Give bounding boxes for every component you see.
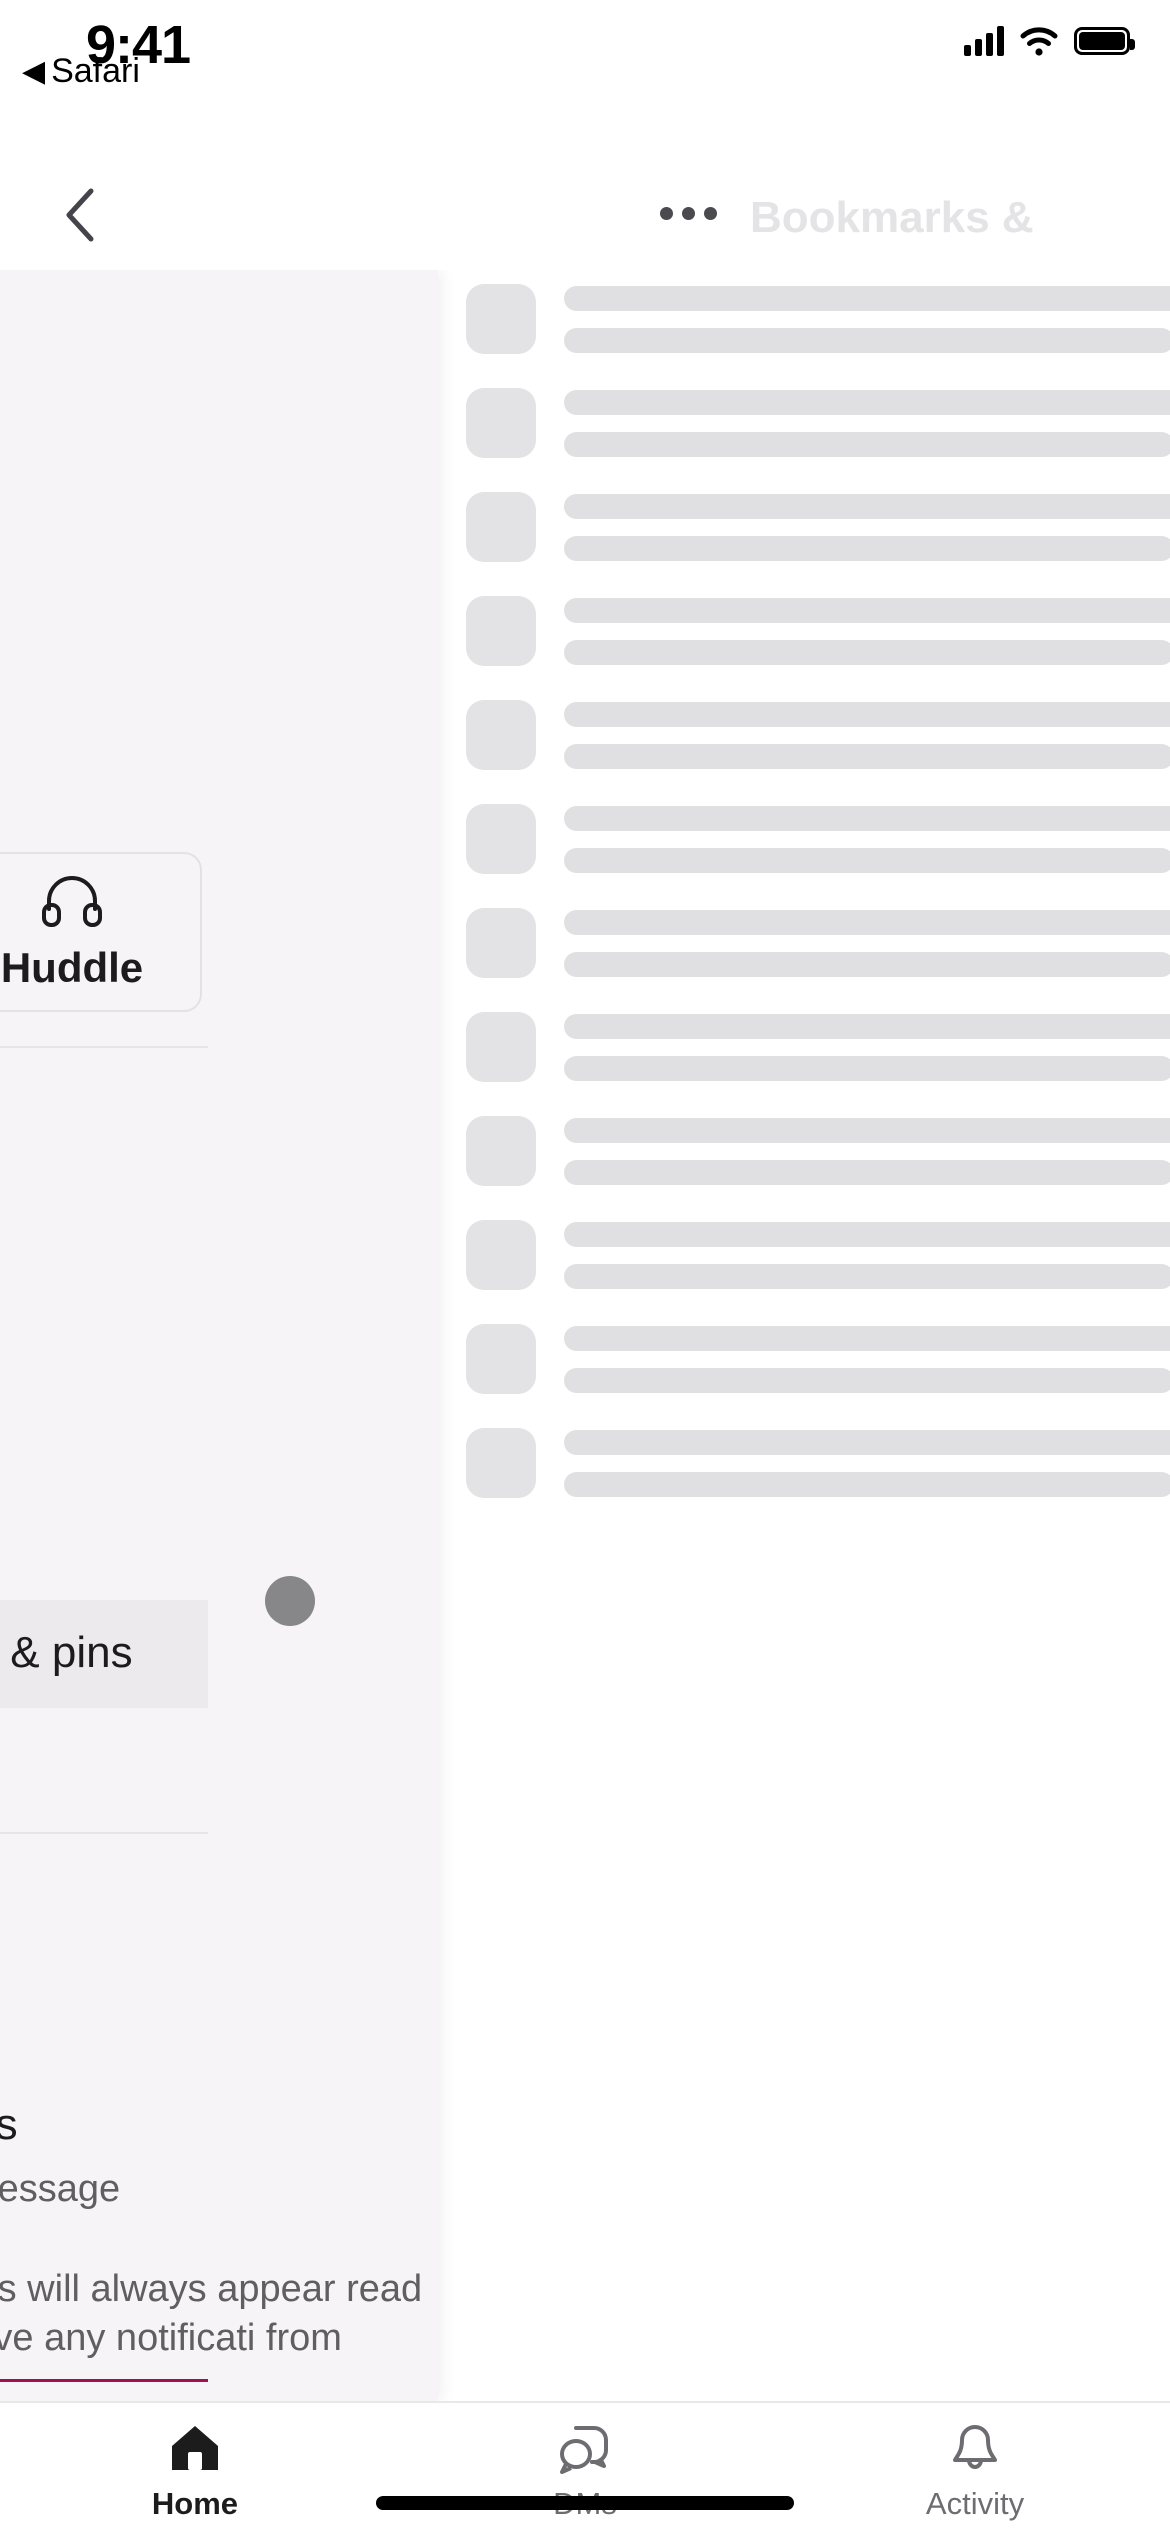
placeholder-line bbox=[564, 1263, 1170, 1289]
placeholder-line bbox=[564, 1471, 1170, 1497]
tab-dms[interactable]: DMs bbox=[390, 2403, 780, 2532]
placeholder-thumbnail bbox=[466, 388, 536, 458]
more-horizontal-icon[interactable] bbox=[660, 207, 717, 220]
list-item[interactable] bbox=[466, 1324, 1170, 1394]
placeholder-line bbox=[564, 1013, 1170, 1039]
placeholder-thumbnail bbox=[466, 804, 536, 874]
notifications-subtitle: Every new message bbox=[0, 2168, 121, 2210]
loading-skeleton-list bbox=[438, 270, 1170, 2401]
placeholder-line bbox=[564, 389, 1170, 415]
return-app-label: Safari bbox=[51, 52, 140, 90]
placeholder-thumbnail bbox=[466, 908, 536, 978]
placeholder-text-lines bbox=[564, 285, 1170, 353]
tab-home[interactable]: Home bbox=[0, 2403, 390, 2532]
divider bbox=[0, 1046, 208, 1048]
sidebar-item-workflows[interactable]: Workflows bbox=[0, 1708, 208, 1816]
bottom-tab-bar: Home DMs Activity bbox=[0, 2401, 1170, 2532]
home-icon bbox=[168, 2420, 222, 2476]
huddle-button[interactable]: Huddle bbox=[0, 852, 202, 1012]
placeholder-text-lines bbox=[564, 1013, 1170, 1081]
placeholder-line bbox=[564, 805, 1170, 831]
list-item[interactable] bbox=[466, 700, 1170, 770]
sidebar-item-bookmarks-pins[interactable]: Bookmarks & pins bbox=[0, 1600, 208, 1708]
placeholder-thumbnail bbox=[466, 1012, 536, 1082]
placeholder-line bbox=[564, 1159, 1170, 1185]
placeholder-thumbnail bbox=[466, 596, 536, 666]
tab-activity-label: Activity bbox=[925, 2485, 1025, 2521]
placeholder-line bbox=[564, 597, 1170, 623]
placeholder-line bbox=[564, 1367, 1170, 1393]
placeholder-text-lines bbox=[564, 1221, 1170, 1289]
battery-icon bbox=[1074, 27, 1135, 55]
notifications-label: Notifications bbox=[0, 2100, 18, 2149]
page-title: Bookmarks & bbox=[750, 193, 1034, 242]
placeholder-thumbnail bbox=[466, 1324, 536, 1394]
chevron-left-icon bbox=[66, 188, 94, 242]
wifi-icon bbox=[1020, 26, 1058, 56]
divider bbox=[0, 1832, 208, 1834]
placeholder-line bbox=[564, 493, 1170, 519]
placeholder-line bbox=[564, 639, 1170, 665]
placeholder-text-lines bbox=[564, 805, 1170, 873]
back-triangle-icon: ◀ bbox=[22, 54, 46, 88]
headphones-icon bbox=[41, 872, 103, 930]
placeholder-thumbnail bbox=[466, 284, 536, 354]
placeholder-text-lines bbox=[564, 701, 1170, 769]
list-item[interactable] bbox=[466, 804, 1170, 874]
placeholder-line bbox=[564, 535, 1170, 561]
bookmarks-pins-label: Bookmarks & pins bbox=[0, 1628, 133, 1677]
placeholder-text-lines bbox=[564, 597, 1170, 665]
touch-point-indicator bbox=[265, 1576, 315, 1626]
home-indicator-bar bbox=[376, 2496, 794, 2510]
list-item[interactable] bbox=[466, 284, 1170, 354]
list-item[interactable] bbox=[466, 492, 1170, 562]
profile-action-buttons: Add Huddle bbox=[0, 852, 202, 1012]
placeholder-line bbox=[564, 1221, 1170, 1247]
placeholder-thumbnail bbox=[466, 1220, 536, 1290]
placeholder-text-lines bbox=[564, 493, 1170, 561]
placeholder-thumbnail bbox=[466, 1116, 536, 1186]
list-item[interactable] bbox=[466, 908, 1170, 978]
list-item[interactable] bbox=[466, 1012, 1170, 1082]
divider bbox=[0, 2379, 208, 2382]
list-item[interactable] bbox=[466, 1428, 1170, 1498]
placeholder-line bbox=[564, 847, 1170, 873]
back-button[interactable] bbox=[50, 185, 110, 245]
list-item[interactable] bbox=[466, 1220, 1170, 1290]
placeholder-line bbox=[564, 1325, 1170, 1351]
cellular-signal-icon bbox=[964, 26, 1004, 56]
placeholder-line bbox=[564, 1117, 1170, 1143]
tab-home-label: Home bbox=[151, 2485, 239, 2521]
conversation-details-drawer: .oneness eil.oneness topic w full profil… bbox=[0, 270, 438, 2401]
placeholder-thumbnail bbox=[466, 700, 536, 770]
placeholder-text-lines bbox=[564, 909, 1170, 977]
placeholder-text-lines bbox=[564, 1117, 1170, 1185]
placeholder-text-lines bbox=[564, 389, 1170, 457]
placeholder-text-lines bbox=[564, 1429, 1170, 1497]
placeholder-line bbox=[564, 951, 1170, 977]
placeholder-line bbox=[564, 909, 1170, 935]
placeholder-line bbox=[564, 431, 1170, 457]
list-item[interactable] bbox=[466, 596, 1170, 666]
placeholder-line bbox=[564, 1055, 1170, 1081]
placeholder-line bbox=[564, 327, 1170, 353]
list-item[interactable] bbox=[466, 388, 1170, 458]
placeholder-text-lines bbox=[564, 1325, 1170, 1393]
list-item[interactable] bbox=[466, 1116, 1170, 1186]
tab-activity[interactable]: Activity bbox=[780, 2403, 1170, 2532]
return-to-safari-link[interactable]: ◀ Safari bbox=[22, 52, 140, 91]
status-bar-indicators bbox=[964, 26, 1135, 56]
placeholder-line bbox=[564, 743, 1170, 769]
huddle-button-label: Huddle bbox=[0, 944, 144, 991]
placeholder-line bbox=[564, 285, 1170, 311]
bell-icon bbox=[949, 2420, 1001, 2476]
placeholder-line bbox=[564, 1429, 1170, 1455]
navigation-bar: Bookmarks & bbox=[0, 165, 1170, 270]
status-bar: 9:41 ◀ Safari bbox=[0, 0, 1170, 165]
sidebar-item-notifications[interactable]: Notifications Every new message bbox=[0, 2096, 208, 2236]
placeholder-line bbox=[564, 701, 1170, 727]
chat-bubbles-icon bbox=[556, 2420, 614, 2476]
placeholder-thumbnail bbox=[466, 492, 536, 562]
placeholder-thumbnail bbox=[466, 1428, 536, 1498]
